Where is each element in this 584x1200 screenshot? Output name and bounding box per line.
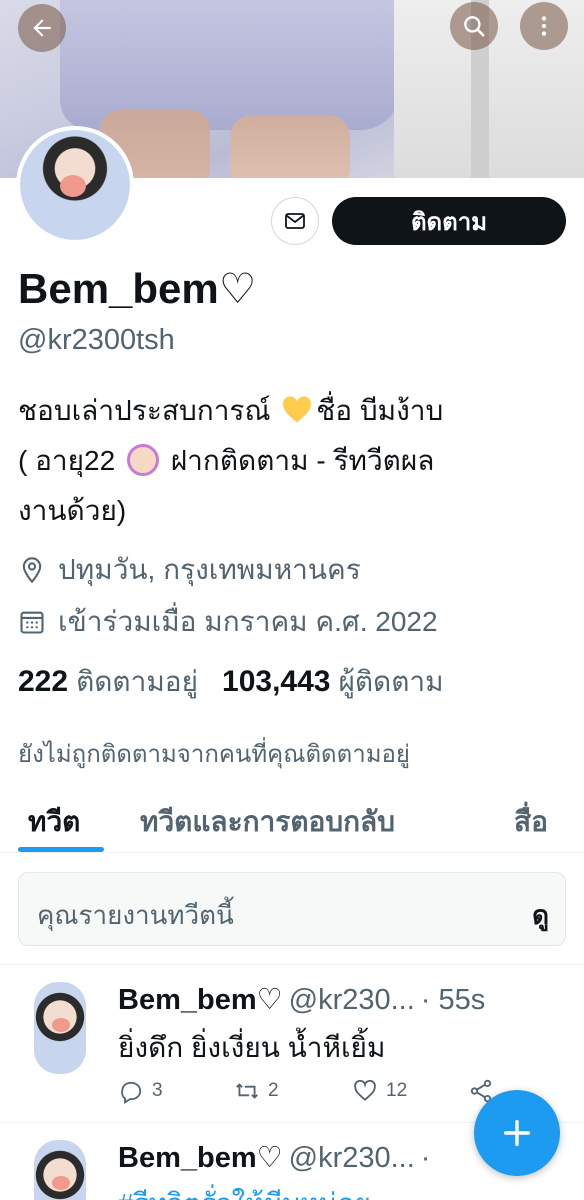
following-label[interactable]: ติดตามอยู่ [76, 660, 198, 704]
profile-joined-date: เข้าร่วมเมื่อ มกราคม ค.ศ. 2022 [18, 600, 438, 644]
tweet-avatar[interactable] [34, 982, 86, 1074]
avatar-sticker [60, 175, 86, 197]
tweet-author-name[interactable]: Bem_bem♡ [118, 1140, 283, 1175]
compose-tweet-button[interactable] [474, 1090, 560, 1176]
heart-icon [354, 1079, 376, 1101]
tab-media[interactable]: สื่อ [514, 800, 548, 844]
calendar-icon [20, 611, 44, 634]
like-count: 12 [386, 1080, 408, 1101]
retweet-count: 2 [268, 1080, 279, 1101]
more-vertical-icon [541, 16, 547, 36]
bio-text: ฝากติดตาม - รีทวีตผล [170, 445, 435, 476]
following-count[interactable]: 222 [18, 665, 68, 699]
not-followed-note: ยังไม่ถูกติดตามจากคนที่คุณติดตามอยู่ [18, 741, 410, 768]
follow-counts: 222 ติดตามอยู่ 103,443 ผู้ติดตาม [18, 660, 444, 704]
plus-icon [503, 1119, 531, 1147]
reply-icon [121, 1081, 142, 1104]
joined-text: เข้าร่วมเมื่อ มกราคม ค.ศ. 2022 [58, 606, 438, 637]
profile-name: Bem_bem♡ [18, 265, 257, 312]
tab-tweets[interactable]: ทวีต [28, 800, 80, 844]
tweet-header: Bem_bem♡ @kr230... · [118, 1140, 430, 1175]
tweet-author-handle[interactable]: @kr230... [289, 1142, 415, 1175]
back-button[interactable] [18, 4, 66, 52]
avatar-image [20, 130, 130, 240]
location-pin-icon [22, 557, 42, 584]
bio-text: ชอบเล่าประสบการณ์ [18, 395, 271, 426]
yellow-heart-icon [283, 396, 312, 423]
reply-button[interactable]: 3 [118, 1078, 163, 1104]
tweet-avatar[interactable] [34, 1140, 86, 1200]
location-text: ปทุมวัน, กรุงเทพมหานคร [58, 554, 361, 585]
person-gesturing-ok-icon [126, 444, 159, 476]
tweet-timestamp: · 55s [420, 984, 486, 1016]
like-button[interactable]: 12 [352, 1078, 407, 1104]
retweet-icon [236, 1083, 258, 1099]
view-reported-tweet-button[interactable]: ดู [532, 895, 549, 936]
more-options-button[interactable] [520, 2, 568, 50]
tweet-actions: 3 2 12 [118, 1078, 498, 1108]
search-button[interactable] [450, 2, 498, 50]
tweet-header: Bem_bem♡ @kr230... · 55s [118, 982, 485, 1017]
banner-photo-detail [60, 0, 400, 130]
search-icon [464, 16, 485, 37]
divider [0, 964, 584, 965]
banner-photo-detail [230, 115, 350, 178]
tweet-hashtag[interactable]: #รีทวิตรั่วให้มีบหน่อย [118, 1182, 371, 1200]
arrow-left-icon [33, 19, 51, 37]
tab-tweets-and-replies[interactable]: ทวีตและการตอบกลับ [140, 800, 395, 844]
retweet-button[interactable]: 2 [234, 1078, 279, 1104]
bio-text: ( อายุ22 [18, 445, 116, 476]
reported-tweet-notice: คุณรายงานทวีตนี้ ดู [18, 872, 566, 946]
reported-notice-text: คุณรายงานทวีตนี้ [37, 900, 234, 930]
followers-label[interactable]: ผู้ติดตาม [338, 660, 443, 704]
follow-button[interactable]: ติดตาม [332, 197, 566, 245]
mail-icon [285, 213, 305, 229]
message-button[interactable] [271, 197, 319, 245]
bio-text: ชื่อ บีมง้าบ [316, 395, 444, 426]
active-tab-indicator [18, 847, 104, 852]
tweet-text[interactable]: ยิ่งดึก ยิ่งเงี่ยน น้ำหีเยิ้ม [118, 1026, 385, 1070]
reply-count: 3 [152, 1080, 163, 1101]
profile-handle: @kr2300tsh [18, 324, 175, 356]
tweet-author-name[interactable]: Bem_bem♡ [118, 982, 283, 1017]
profile-avatar[interactable] [16, 126, 134, 244]
followers-count[interactable]: 103,443 [222, 665, 330, 699]
profile-location: ปทุมวัน, กรุงเทพมหานคร [18, 548, 361, 592]
tweet-author-handle[interactable]: @kr230... [289, 984, 415, 1017]
tweet-timestamp: · [420, 1142, 431, 1174]
bio-text: งานด้วย) [18, 495, 127, 526]
profile-bio: ชอบเล่าประสบการณ์ ชื่อ บีมง้าบ ( อายุ22 … [18, 386, 558, 536]
profile-tabs: ทวีต ทวีตและการตอบกลับ สื่อ [0, 790, 584, 853]
